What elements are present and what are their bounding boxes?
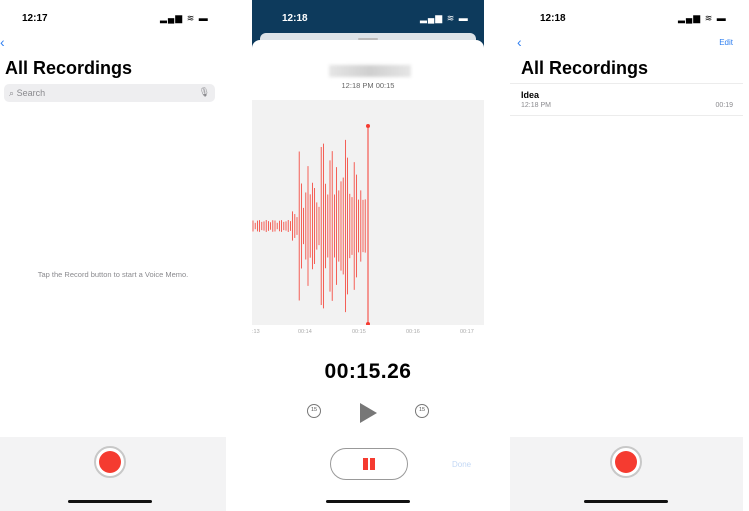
empty-message: Tap the Record button to start a Voice M… [37, 270, 189, 279]
screen-empty-recordings: 12:17 ▂▄▆ ≋ ▬ ‹ All Recordings ⌕ Search … [0, 0, 226, 511]
screen-recordings-list: 12:18 ▂▄▆ ≋ ▬ ‹ Edit All Recordings Idea… [510, 0, 743, 511]
divider [510, 115, 743, 116]
record-button[interactable] [94, 446, 126, 478]
status-icons: ▂▄▆ ≋ ▬ [678, 13, 727, 23]
divider [510, 83, 743, 84]
search-icon: ⌕ [9, 88, 15, 98]
status-icons: ▂▄▆ ≋ ▬ [160, 13, 209, 23]
recording-duration: 00:19 [715, 102, 733, 109]
skip-back-icon[interactable]: 15 [307, 404, 321, 418]
recording-timer: 00:15.26 [324, 360, 412, 383]
playhead-dot [366, 322, 370, 326]
status-time: 12:18 [282, 13, 308, 24]
page-title: All Recordings [5, 58, 133, 78]
status-time: 12:17 [22, 13, 48, 24]
home-indicator [584, 500, 668, 503]
status-icons: ▂▄▆ ≋ ▬ [420, 13, 469, 23]
recording-name: Idea [521, 90, 540, 100]
play-icon[interactable] [360, 403, 377, 423]
done-button[interactable]: Done [452, 460, 471, 469]
recording-name-blurred [329, 65, 411, 77]
playhead-dot [366, 124, 370, 128]
tick-label: 00:14 [298, 329, 312, 335]
home-indicator [68, 500, 152, 503]
back-chevron-icon[interactable]: ‹ [0, 34, 5, 50]
edit-button[interactable]: Edit [719, 38, 733, 47]
back-chevron-icon[interactable]: ‹ [517, 34, 522, 50]
page-title: All Recordings [521, 58, 649, 78]
record-button[interactable] [610, 446, 642, 478]
tick-label: 00:15 [352, 329, 366, 335]
microphone-icon[interactable]: 🎙 [199, 87, 210, 98]
tick-label: 00:17 [460, 329, 474, 335]
waveform[interactable] [252, 100, 484, 326]
recording-meta: 12:18 PM 00:15 [341, 81, 395, 90]
pause-icon [363, 458, 368, 470]
pause-button[interactable] [330, 448, 408, 480]
tick-label: :13 [252, 329, 260, 335]
search-placeholder: Search [16, 88, 46, 98]
search-input[interactable]: ⌕ Search 🎙 [4, 84, 215, 102]
status-time: 12:18 [540, 13, 566, 24]
tick-label: 00:16 [406, 329, 420, 335]
home-indicator [326, 500, 410, 503]
skip-forward-icon[interactable]: 15 [415, 404, 429, 418]
recording-date: 12:18 PM [521, 102, 551, 109]
screen-recording: 12:18 ▂▄▆ ≋ ▬ 12:18 PM 00:15 :13 00:14 0… [252, 0, 484, 511]
pause-icon [370, 458, 375, 470]
sheet-grabber[interactable] [358, 38, 378, 40]
